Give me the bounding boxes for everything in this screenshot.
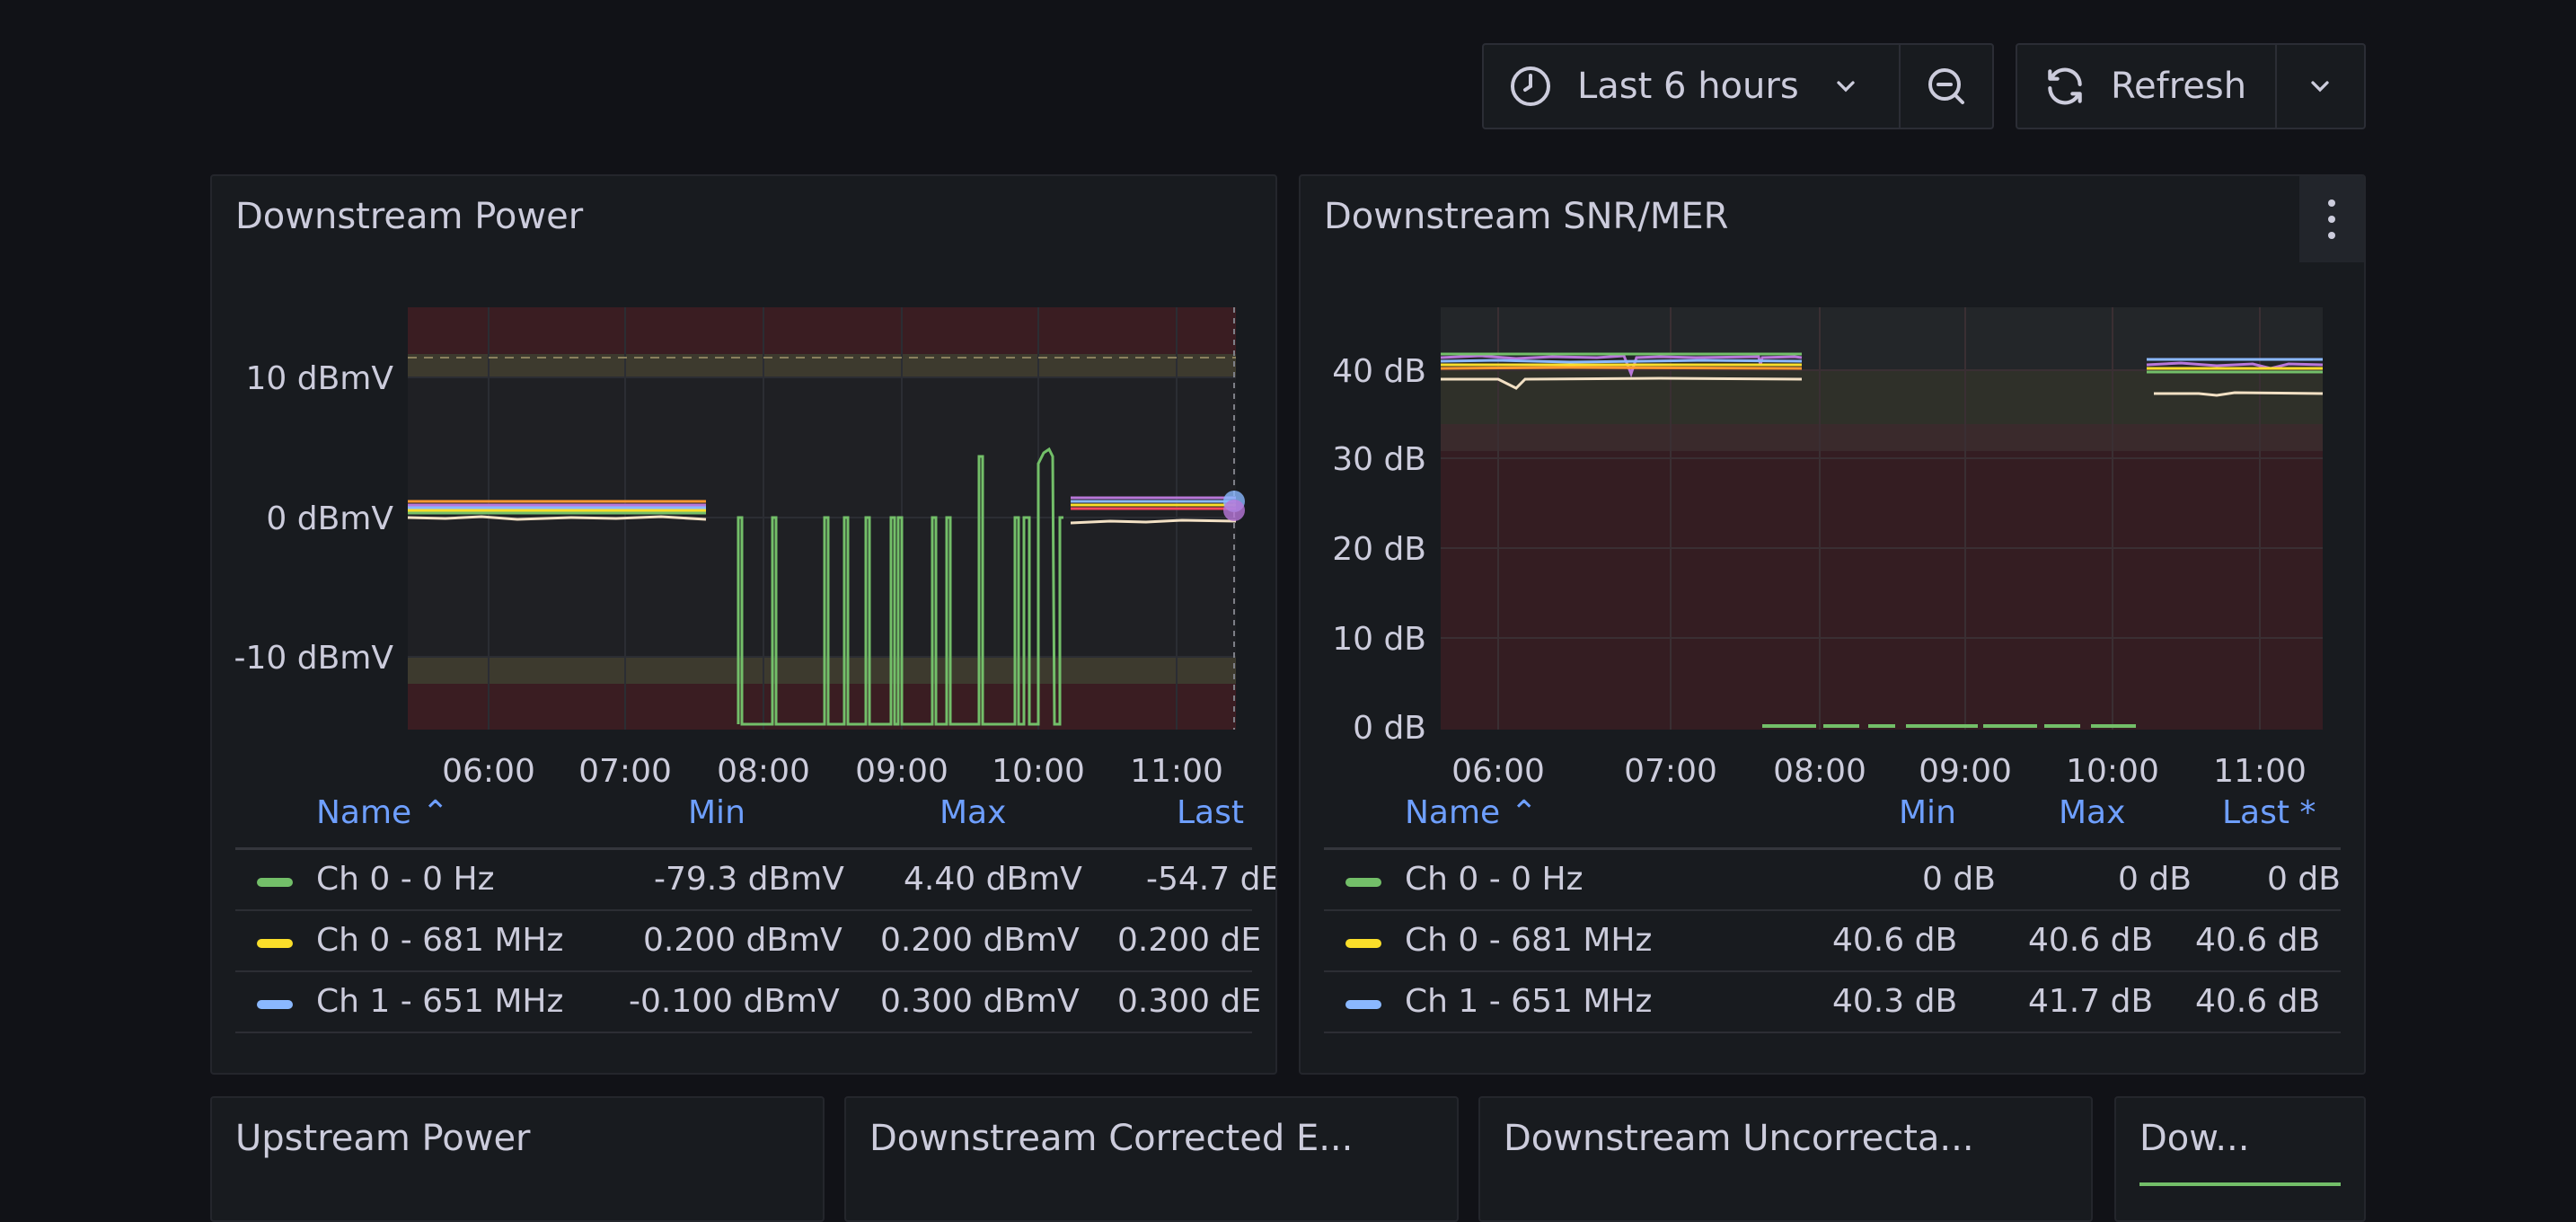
svg-text:40 dB: 40 dB — [1332, 353, 1426, 390]
legend-max: 0 dB — [2118, 861, 2192, 898]
legend-header: Name ⌃ Min Max Last — [235, 778, 1252, 850]
svg-text:20 dB: 20 dB — [1332, 531, 1426, 568]
legend-row[interactable]: Ch 0 - 0 Hz 0 dB 0 dB 0 dB — [1324, 850, 2341, 911]
legend-min: 0 dB — [1922, 861, 1996, 898]
upstream-power-panel: Upstream Power — [210, 1096, 825, 1222]
series-swatch — [257, 1000, 293, 1009]
time-range-picker[interactable]: Last 6 hours — [1484, 45, 1899, 128]
legend-header-max[interactable]: Max — [940, 794, 1006, 831]
legend-header-name[interactable]: Name ⌃ — [1405, 794, 1538, 831]
svg-text:30 dB: 30 dB — [1332, 441, 1426, 478]
legend-row[interactable]: Ch 0 - 681 MHz 0.200 dBmV 0.200 dBmV 0.2… — [235, 911, 1261, 972]
legend-row[interactable]: Ch 1 - 651 MHz 40.3 dB 41.7 dB 40.6 dB — [1324, 972, 2341, 1033]
legend-min: -79.3 dBmV — [654, 861, 844, 898]
legend-name: Ch 0 - 0 Hz — [1405, 861, 1584, 898]
legend-last: -54.7 dE — [1146, 861, 1277, 898]
legend-header-min[interactable]: Min — [1899, 794, 1956, 831]
panel-title: Downstream Corrected E... — [869, 1118, 1354, 1159]
series-swatch — [257, 878, 293, 887]
series-swatch — [1345, 939, 1381, 948]
downstream-stat-panel: Dow... — [2114, 1096, 2366, 1222]
refresh-interval-dropdown[interactable] — [2274, 45, 2364, 128]
legend-header-min[interactable]: Min — [688, 794, 745, 831]
legend-header-last[interactable]: Last * — [2222, 794, 2316, 831]
stat-bar — [2139, 1182, 2341, 1186]
legend-header-last[interactable]: Last — [1177, 794, 1244, 831]
svg-text:0 dBmV: 0 dBmV — [266, 500, 393, 537]
legend-name: Ch 0 - 681 MHz — [1405, 922, 1653, 959]
legend-name: Ch 1 - 651 MHz — [316, 983, 564, 1020]
legend-last: 40.6 dB — [2195, 983, 2321, 1020]
legend-max: 4.40 dBmV — [904, 861, 1082, 898]
legend-last: 40.6 dB — [2195, 922, 2321, 959]
refresh-label: Refresh — [2111, 66, 2247, 107]
legend-last: 0.300 dE — [1117, 983, 1262, 1020]
legend-name: Ch 0 - 0 Hz — [316, 861, 495, 898]
panel-title: Downstream Uncorrecta... — [1504, 1118, 1974, 1159]
legend-max: 41.7 dB — [2028, 983, 2154, 1020]
downstream-power-legend: Name ⌃ Min Max Last Ch 0 - 0 Hz -79.3 dB… — [235, 778, 1275, 1033]
svg-text:0 dB: 0 dB — [1353, 710, 1426, 747]
legend-row[interactable]: Ch 0 - 681 MHz 40.6 dB 40.6 dB 40.6 dB — [1324, 911, 2341, 972]
legend-header-max[interactable]: Max — [2059, 794, 2125, 831]
legend-header-name[interactable]: Name ⌃ — [316, 794, 449, 831]
legend-last: 0 dB — [2267, 861, 2341, 898]
zoom-out-icon — [1928, 68, 1964, 104]
svg-text:10 dBmV: 10 dBmV — [246, 360, 394, 397]
series-swatch — [1345, 1000, 1381, 1009]
legend-min: 40.3 dB — [1832, 983, 1958, 1020]
legend-min: 40.6 dB — [1832, 922, 1958, 959]
legend-max: 40.6 dB — [2028, 922, 2154, 959]
refresh-icon — [2048, 67, 2082, 105]
legend-header: Name ⌃ Min Max Last * — [1324, 778, 2341, 850]
chevron-down-icon — [2311, 81, 2329, 93]
legend-row[interactable]: Ch 0 - 0 Hz -79.3 dBmV 4.40 dBmV -54.7 d… — [235, 850, 1275, 911]
chevron-down-icon — [1837, 81, 1855, 93]
refresh-group: Refresh — [2016, 43, 2366, 129]
legend-max: 0.200 dBmV — [880, 922, 1080, 959]
time-range-group: Last 6 hours — [1482, 43, 1994, 129]
downstream-uncorrectable-panel: Downstream Uncorrecta... — [1478, 1096, 2093, 1222]
legend-name: Ch 1 - 651 MHz — [1405, 983, 1653, 1020]
svg-text:-10 dBmV: -10 dBmV — [234, 640, 394, 677]
refresh-button[interactable]: Refresh — [2017, 45, 2275, 128]
svg-text:10 dB: 10 dB — [1332, 621, 1426, 658]
legend-row[interactable]: Ch 1 - 651 MHz -0.100 dBmV 0.300 dBmV 0.… — [235, 972, 1261, 1033]
series-swatch — [257, 939, 293, 948]
legend-max: 0.300 dBmV — [880, 983, 1080, 1020]
series-swatch — [1345, 878, 1381, 887]
legend-min: 0.200 dBmV — [643, 922, 842, 959]
panel-title: Upstream Power — [235, 1118, 531, 1159]
clock-icon — [1511, 66, 1550, 106]
zoom-out-button[interactable] — [1899, 45, 1992, 128]
legend-min: -0.100 dBmV — [629, 983, 840, 1020]
time-range-label: Last 6 hours — [1577, 66, 1799, 107]
panel-title: Dow... — [2139, 1118, 2250, 1159]
downstream-power-panel: Downstream Power 10 dBmV 0 dBmV -10 dBmV… — [210, 174, 1277, 1075]
downstream-corrected-panel: Downstream Corrected E... — [844, 1096, 1459, 1222]
downstream-snr-legend: Name ⌃ Min Max Last * Ch 0 - 0 Hz 0 dB 0… — [1324, 778, 2341, 1033]
legend-name: Ch 0 - 681 MHz — [316, 922, 564, 959]
legend-last: 0.200 dE — [1117, 922, 1262, 959]
downstream-snr-panel: Downstream SNR/MER 40 dB 30 dB 20 dB 10 … — [1299, 174, 2366, 1075]
